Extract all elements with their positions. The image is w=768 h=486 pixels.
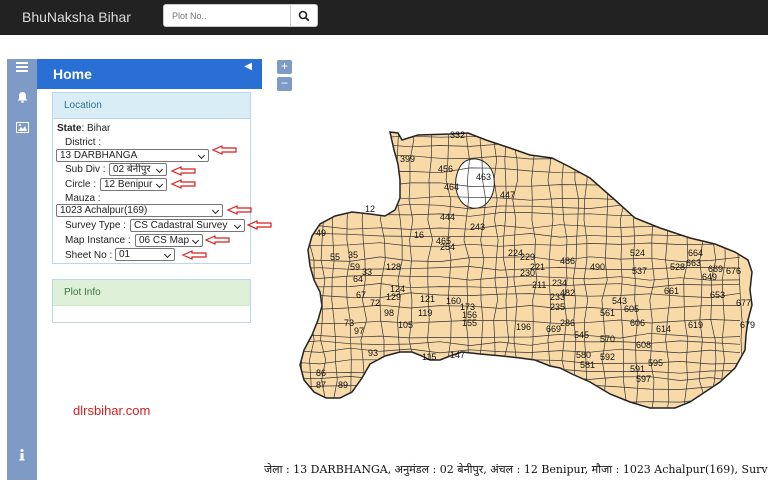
plot-number-label[interactable]: 528 bbox=[670, 262, 685, 272]
plot-number-label[interactable]: 221 bbox=[530, 262, 545, 272]
plot-number-label[interactable]: 605 bbox=[624, 304, 639, 314]
plot-number-label[interactable]: 98 bbox=[384, 308, 394, 318]
plot-number-label[interactable]: 235 bbox=[550, 302, 565, 312]
plot-number-label[interactable]: 128 bbox=[386, 262, 401, 272]
plot-number-label[interactable]: 16 bbox=[414, 230, 424, 240]
plot-number-label[interactable]: 33 bbox=[362, 267, 372, 277]
plot-number-label[interactable]: 570 bbox=[600, 334, 615, 344]
plot-number-label[interactable]: 49 bbox=[316, 228, 326, 238]
plot-number-label[interactable]: 147 bbox=[450, 350, 465, 360]
arrow-district bbox=[211, 145, 237, 155]
plot-number-label[interactable]: 447 bbox=[500, 190, 515, 200]
map-hole bbox=[455, 158, 495, 209]
plot-number-label[interactable]: 606 bbox=[630, 318, 645, 328]
plot-number-label[interactable]: 254 bbox=[440, 242, 455, 252]
plot-number-label[interactable]: 676 bbox=[726, 266, 741, 276]
plot-number-label[interactable]: 444 bbox=[440, 212, 455, 222]
plot-number-label[interactable]: 595 bbox=[648, 358, 663, 368]
plot-number-label[interactable]: 614 bbox=[656, 324, 671, 334]
plot-number-label[interactable]: 490 bbox=[590, 262, 605, 272]
plot-number-label[interactable]: 653 bbox=[710, 290, 725, 300]
plot-number-label[interactable]: 233 bbox=[550, 292, 565, 302]
info-icon[interactable] bbox=[14, 447, 30, 463]
plot-number-label[interactable]: 561 bbox=[600, 308, 615, 318]
plot-number-label[interactable]: 35 bbox=[348, 250, 358, 260]
arrow-subdiv bbox=[170, 166, 196, 176]
plot-number-label[interactable]: 399 bbox=[400, 154, 415, 164]
watermark-text: dlrsbihar.com bbox=[73, 403, 151, 418]
plot-number-label[interactable]: 649 bbox=[702, 272, 717, 282]
arrow-mauza bbox=[226, 205, 252, 215]
plot-number-label[interactable]: 663 bbox=[686, 258, 701, 268]
plot-number-label[interactable]: 115 bbox=[422, 352, 436, 362]
plot-number-label[interactable]: 156 bbox=[462, 310, 477, 320]
plot-number-label[interactable]: 591 bbox=[630, 364, 645, 374]
plot-number-label[interactable]: 463 bbox=[476, 172, 491, 182]
arrow-sheet bbox=[181, 250, 207, 260]
plot-number-label[interactable]: 196 bbox=[516, 322, 531, 332]
plot-number-label[interactable]: 661 bbox=[664, 286, 679, 296]
plot-number-label[interactable]: 464 bbox=[444, 182, 459, 192]
plot-number-label[interactable]: 89 bbox=[338, 380, 348, 390]
status-bar-text: जेला : 13 DARBHANGA, अनुमंडल : 02 बेनीपु… bbox=[264, 463, 768, 476]
plot-number-label[interactable]: 286 bbox=[560, 318, 575, 328]
plot-number-label[interactable]: 211 bbox=[532, 280, 546, 290]
arrow-survey bbox=[246, 220, 272, 230]
plot-number-label[interactable]: 619 bbox=[688, 320, 703, 330]
plot-number-label[interactable]: 97 bbox=[354, 326, 364, 336]
plot-info-panel: Plot Info bbox=[52, 279, 251, 323]
plot-number-label[interactable]: 664 bbox=[688, 248, 703, 258]
plot-number-label[interactable]: 124 bbox=[390, 284, 405, 294]
plot-number-label[interactable]: 64 bbox=[353, 274, 363, 284]
plot-number-label[interactable]: 86 bbox=[316, 368, 326, 378]
plot-number-label[interactable]: 72 bbox=[370, 298, 380, 308]
plot-number-label[interactable]: 55 bbox=[330, 252, 340, 262]
cadastral-map[interactable]: 3323994564634644474442434652242541731612… bbox=[290, 120, 760, 420]
plot-number-label[interactable]: 12 bbox=[365, 204, 375, 214]
plot-number-label[interactable]: 243 bbox=[470, 222, 485, 232]
plot-number-label[interactable]: 119 bbox=[418, 308, 432, 318]
plot-number-label[interactable]: 524 bbox=[630, 248, 645, 258]
plot-number-label[interactable]: 608 bbox=[636, 340, 651, 350]
plot-number-label[interactable]: 105 bbox=[398, 320, 413, 330]
plot-info-heading: Plot Info bbox=[53, 280, 250, 306]
plot-number-label[interactable]: 234 bbox=[552, 278, 567, 288]
plot-number-label[interactable]: 160 bbox=[446, 296, 461, 306]
arrow-map bbox=[204, 235, 230, 245]
plot-number-label[interactable]: 597 bbox=[636, 374, 651, 384]
plot-number-label[interactable]: 87 bbox=[316, 380, 326, 390]
plot-number-label[interactable]: 537 bbox=[632, 266, 647, 276]
annotation-arrows bbox=[170, 145, 272, 260]
plot-number-label[interactable]: 580 bbox=[576, 350, 591, 360]
plot-number-label[interactable]: 332 bbox=[450, 130, 465, 140]
map-parcels[interactable]: 3323994564634644474442434652242541731612… bbox=[290, 120, 755, 420]
zoom-in-button[interactable]: + bbox=[277, 60, 292, 74]
plot-number-label[interactable]: 669 bbox=[546, 324, 561, 334]
plot-number-label[interactable]: 229 bbox=[520, 252, 535, 262]
plot-number-label[interactable]: 456 bbox=[438, 164, 453, 174]
plot-number-label[interactable]: 59 bbox=[350, 262, 360, 272]
zoom-out-button[interactable]: − bbox=[277, 77, 292, 91]
plot-number-label[interactable]: 67 bbox=[356, 290, 366, 300]
plot-number-label[interactable]: 679 bbox=[740, 320, 755, 330]
plot-number-label[interactable]: 545 bbox=[574, 330, 589, 340]
plot-number-label[interactable]: 677 bbox=[736, 298, 751, 308]
plot-number-label[interactable]: 592 bbox=[600, 352, 615, 362]
plot-number-label[interactable]: 121 bbox=[420, 294, 435, 304]
plot-number-label[interactable]: 73 bbox=[344, 318, 354, 328]
plot-number-label[interactable]: 581 bbox=[580, 360, 595, 370]
plot-number-label[interactable]: 486 bbox=[560, 256, 575, 266]
plot-number-label[interactable]: 93 bbox=[368, 348, 378, 358]
arrow-circle bbox=[170, 179, 196, 189]
